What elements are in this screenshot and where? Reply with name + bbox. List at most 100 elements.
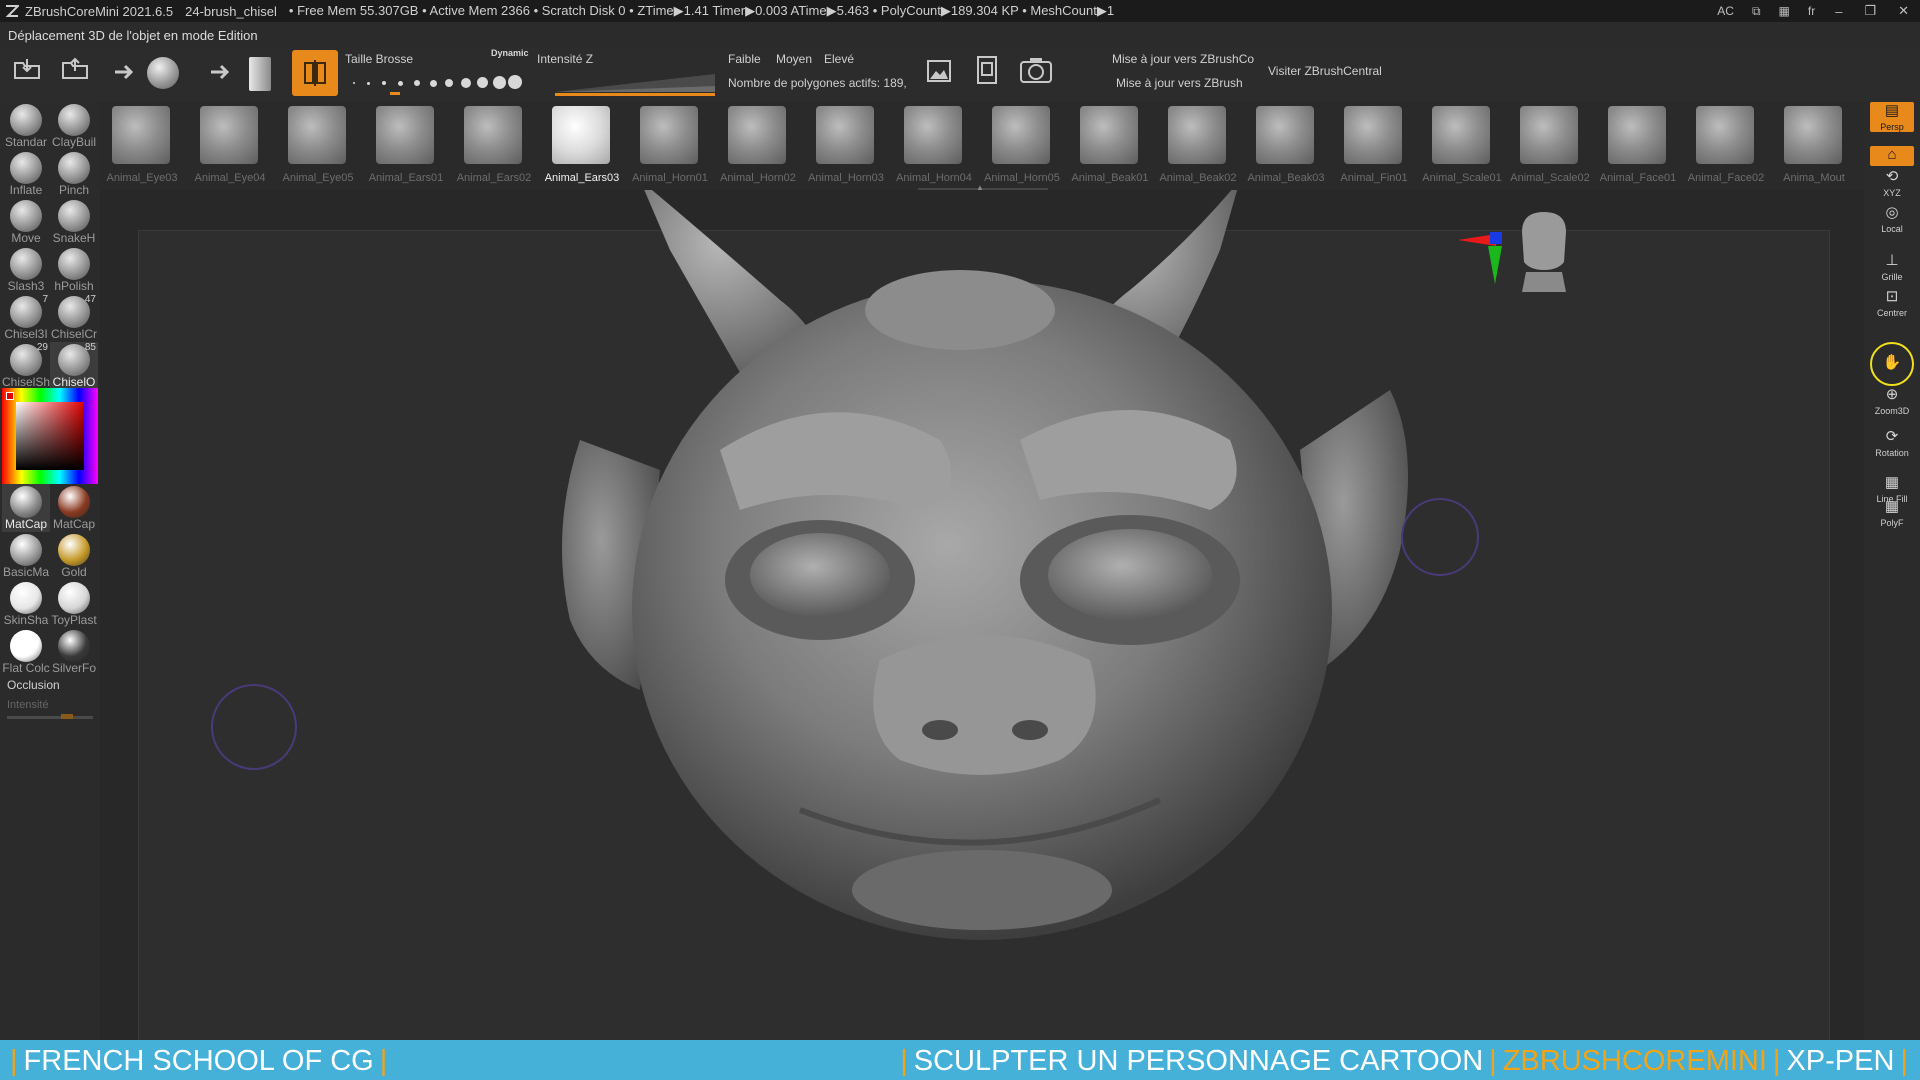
brush-thumb[interactable]: Animal_Scale01 [1418, 102, 1504, 190]
view-button-centrer[interactable]: ⊡ Centrer [1870, 288, 1914, 318]
brush-thumb[interactable]: Animal_Face02 [1682, 102, 1768, 190]
document-icon[interactable] [972, 54, 1002, 86]
material-button[interactable]: SkinSha [2, 580, 50, 628]
brush-button[interactable]: ChiselSh 29 [2, 342, 50, 390]
sculpt-model[interactable] [100, 190, 1864, 1040]
view-button-floor-icon[interactable]: ⌂ [1870, 146, 1914, 166]
brush-thumb[interactable]: Animal_Horn02 [714, 102, 800, 190]
brush-thumb[interactable]: Animal_Horn04 [890, 102, 976, 190]
brush-thumb[interactable]: Animal_Ears01 [362, 102, 448, 190]
brush-thumb[interactable]: Animal_Eye05 [274, 102, 360, 190]
brush-thumb[interactable]: Anima_Mout [1770, 102, 1856, 190]
sphere-tool-icon[interactable] [144, 54, 182, 92]
brush-size-slider[interactable] [350, 72, 530, 96]
brush-thumb[interactable]: Animal_Scale02 [1506, 102, 1592, 190]
arrow-right-icon[interactable] [112, 60, 138, 84]
brush-button[interactable]: Chisel3I 7 [2, 294, 50, 342]
brush-thumb[interactable]: Animal_Beak03 [1242, 102, 1328, 190]
color-picker[interactable] [2, 388, 98, 484]
color-marker[interactable] [6, 392, 14, 400]
brush-label: SnakeH [52, 231, 96, 245]
brush-button[interactable]: ClayBuil [50, 102, 98, 150]
brush-thumb[interactable]: Animal_Beak02 [1154, 102, 1240, 190]
axis-gizmo[interactable] [1448, 230, 1508, 290]
view-button-label: Local [1881, 224, 1903, 234]
top-toolbar: Taille Brosse Dynamic Intensité Z Faible… [0, 46, 1920, 102]
brush-button[interactable]: Inflate [2, 150, 50, 198]
material-button[interactable]: MatCap [50, 484, 98, 532]
occlusion-label[interactable]: Occlusion [7, 678, 60, 692]
brush-thumb-label: Animal_Beak01 [1071, 172, 1149, 184]
minimize-button[interactable]: ‒ [1824, 4, 1853, 19]
z-intensity-label: Intensité Z [537, 52, 594, 66]
ui-layout-icon[interactable]: ▦ [1770, 4, 1799, 18]
camera-icon[interactable] [1018, 52, 1054, 88]
menu-layout-icon[interactable]: ⧉ [1743, 4, 1770, 19]
intensity-faible-button[interactable]: Faible [728, 52, 761, 66]
close-button[interactable]: ✕ [1887, 3, 1920, 19]
brush-thumb[interactable]: Animal_Eye04 [186, 102, 272, 190]
brush-thumb[interactable]: Animal_Face01 [1594, 102, 1680, 190]
view-button-local[interactable]: ◎ Local [1870, 204, 1914, 234]
material-swatch-icon[interactable] [246, 54, 274, 94]
intensity-moyen-button[interactable]: Moyen [776, 52, 812, 66]
view-button-xyz[interactable]: ⟲ XYZ [1870, 168, 1914, 198]
floor-icon: ⌂ [1887, 146, 1897, 163]
brush-button[interactable]: Standar [2, 102, 50, 150]
save-folder-icon[interactable] [58, 52, 92, 86]
brush-thumb[interactable]: Animal_Ears03 [538, 102, 624, 190]
3d-viewport[interactable] [100, 190, 1864, 1040]
symmetry-button[interactable] [292, 50, 338, 96]
brush-thumb[interactable]: Animal_Eye03 [98, 102, 184, 190]
brush-button[interactable]: Move [2, 198, 50, 246]
brush-thumb-image [1432, 106, 1490, 164]
navigation-head-gizmo[interactable] [1512, 208, 1582, 292]
view-button-grille[interactable]: ⊥ Grille [1870, 252, 1914, 282]
material-button[interactable]: BasicMa [2, 532, 50, 580]
arrow-right-2-icon[interactable] [208, 60, 234, 84]
z-intensity-slider[interactable] [555, 72, 721, 96]
brush-thumb-label: Animal_Eye04 [194, 172, 266, 184]
view-button-persp[interactable]: ▤ Persp [1870, 102, 1914, 132]
material-button[interactable]: Gold [50, 532, 98, 580]
open-folder-icon[interactable] [10, 52, 44, 86]
view-button-rotation[interactable]: ⟳ Rotation [1870, 428, 1914, 458]
restore-button[interactable]: ❐ [1853, 3, 1887, 19]
material-button[interactable]: MatCap [2, 484, 50, 532]
brush-thumb[interactable]: Animal_Fin01 [1330, 102, 1416, 190]
intensity-eleve-button[interactable]: Elevé [824, 52, 854, 66]
view-button-zoom3d[interactable]: ⊕ Zoom3D [1870, 386, 1914, 416]
material-label: MatCap [4, 517, 48, 531]
brush-button[interactable]: ChiselO 85 [50, 342, 98, 390]
brush-button[interactable]: SnakeH [50, 198, 98, 246]
brush-hotkey-number: 47 [84, 294, 96, 305]
image-icon[interactable] [924, 56, 954, 86]
brush-button[interactable]: Slash3 [2, 246, 50, 294]
brush-button[interactable]: ChiselCr 47 [50, 294, 98, 342]
material-button[interactable]: Flat Colc [2, 628, 50, 676]
brush-thumb[interactable]: Animal_Horn03 [802, 102, 888, 190]
zoom-icon: ⊕ [1885, 386, 1899, 403]
brush-icon [10, 104, 42, 136]
visit-zbrushcentral-link[interactable]: Visiter ZBrushCentral [1268, 64, 1382, 78]
color-saturation-square[interactable] [16, 402, 84, 470]
linefill-icon: ▦ [1884, 474, 1900, 491]
view-button-polyf[interactable]: ▦ PolyF [1870, 498, 1914, 528]
brush-thumb[interactable]: Animal_Ears02 [450, 102, 536, 190]
brush-button[interactable]: Pinch [50, 150, 98, 198]
material-label: Gold [61, 565, 87, 579]
brush-thumb[interactable]: Animal_Beak01 [1066, 102, 1152, 190]
update-zbrush-link[interactable]: Mise à jour vers ZBrush [1116, 76, 1243, 90]
brush-thumb-image [1608, 106, 1666, 164]
material-button[interactable]: SilverFo [50, 628, 98, 676]
material-button[interactable]: ToyPlast [50, 580, 98, 628]
view-button-label: PolyF [1880, 518, 1904, 528]
brush-thumb[interactable]: Animal_Horn05 [978, 102, 1064, 190]
view-button-move-icon[interactable]: ✋ [1870, 342, 1914, 386]
language-selector[interactable]: fr [1799, 4, 1824, 18]
brush-thumb[interactable]: Animal_Horn01 [626, 102, 712, 190]
brush-thumb-label: Animal_Fin01 [1340, 172, 1408, 184]
update-zbrushcore-link[interactable]: Mise à jour vers ZBrushCo [1112, 52, 1254, 66]
brush-button[interactable]: hPolish [50, 246, 98, 294]
occlusion-intensity-slider[interactable] [7, 714, 93, 719]
